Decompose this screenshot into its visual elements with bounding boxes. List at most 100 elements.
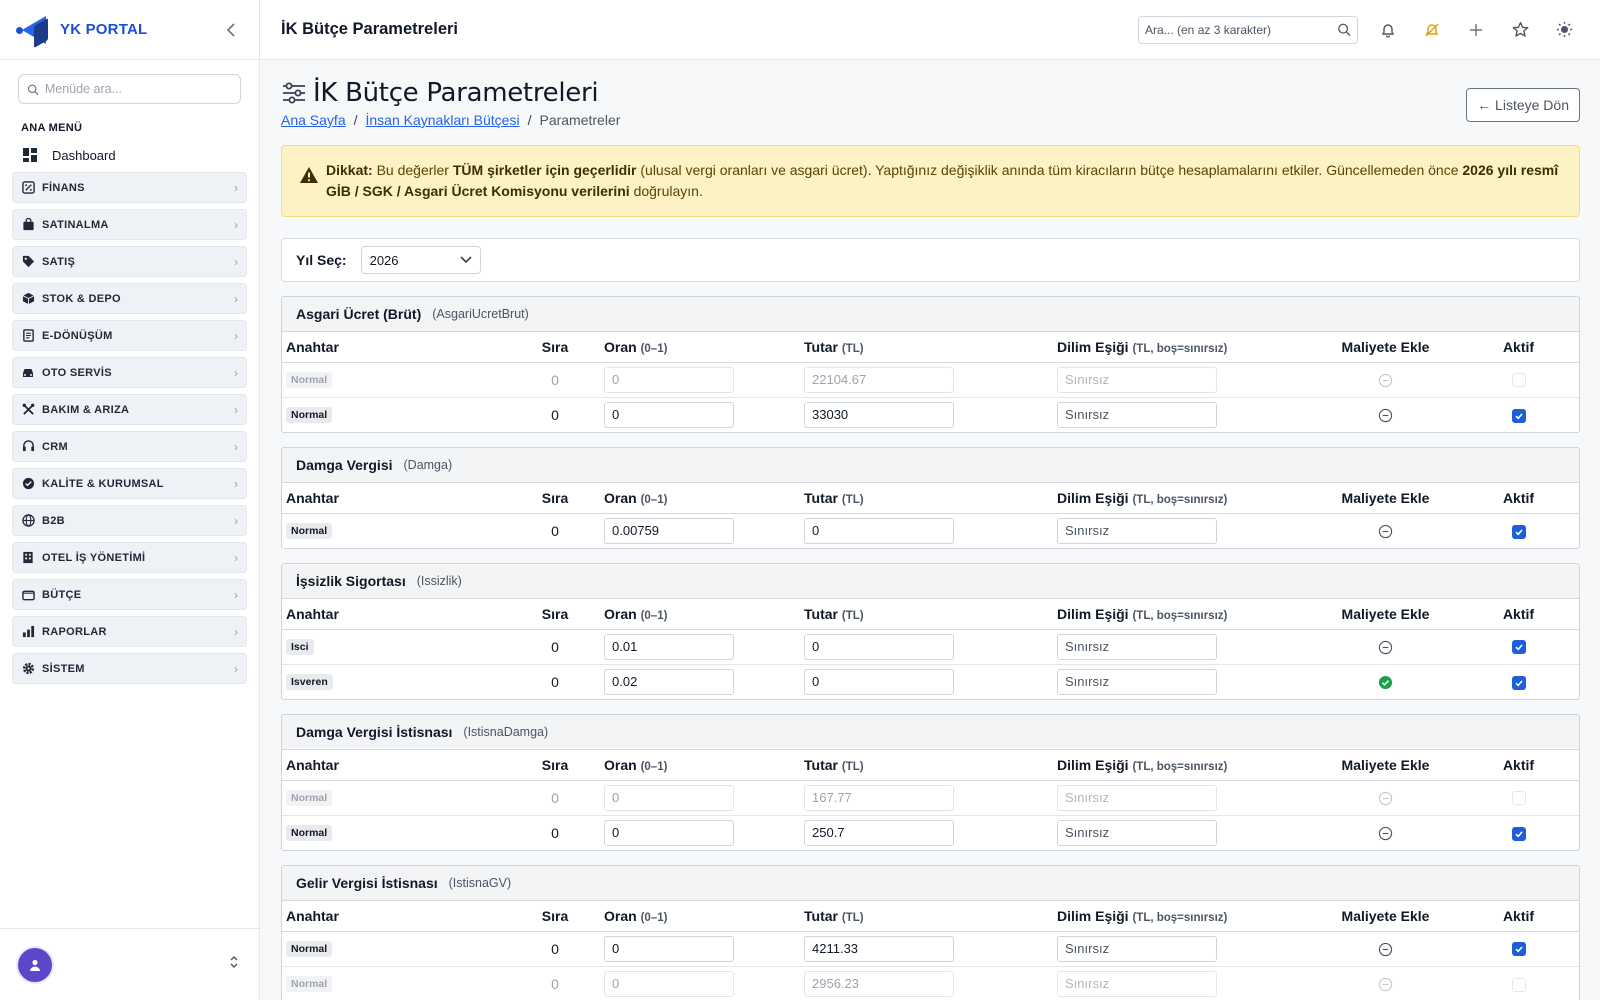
amount-input[interactable] [804, 517, 954, 544]
section-header: Damga Vergisi İstisnası (IstisnaDamga) [282, 715, 1579, 750]
sidebar: YK PORTAL ANA MENÜ Dashboard FİNANS › SA… [0, 0, 260, 1000]
amount-input[interactable] [804, 970, 954, 997]
breadcrumb: Ana Sayfa / İnsan Kaynakları Bütçesi / P… [281, 112, 620, 128]
rate-input[interactable] [604, 970, 734, 997]
sun-icon[interactable] [1550, 16, 1578, 44]
minus-circle-icon[interactable] [1378, 942, 1393, 957]
minus-circle-icon[interactable] [1378, 826, 1393, 841]
star-icon[interactable] [1506, 16, 1534, 44]
rate-input[interactable] [604, 401, 734, 428]
bell-icon[interactable] [1374, 16, 1402, 44]
check-circle-icon[interactable] [1378, 675, 1393, 690]
amount-input[interactable] [804, 819, 954, 846]
rate-input[interactable] [604, 517, 734, 544]
sidebar-item-e-donusum[interactable]: E-DÖNÜŞÜM › [12, 320, 247, 351]
col-bracket: Dilim Eşiği (TL, boş=sınırsız) [1053, 483, 1313, 514]
active-checkbox[interactable] [1511, 408, 1526, 423]
bracket-input[interactable] [1057, 784, 1217, 811]
bracket-input[interactable] [1057, 819, 1217, 846]
amount-input[interactable] [804, 401, 954, 428]
sidebar-item-label: SİSTEM [42, 662, 85, 675]
chevron-right-icon: › [234, 180, 238, 195]
bracket-input[interactable] [1057, 366, 1217, 393]
rate-input[interactable] [604, 935, 734, 962]
bracket-input[interactable] [1057, 935, 1217, 962]
sidebar-item-bakim-ariza[interactable]: BAKIM & ARIZA › [12, 394, 247, 425]
rate-input[interactable] [604, 784, 734, 811]
col-order: Sıra [522, 599, 588, 630]
amount-input[interactable] [804, 633, 954, 660]
bracket-input[interactable] [1057, 633, 1217, 660]
col-cost: Maliyete Ekle [1313, 901, 1458, 932]
rate-input[interactable] [604, 819, 734, 846]
back-to-list-button[interactable]: ← Listeye Dön [1466, 88, 1580, 122]
bracket-input[interactable] [1057, 668, 1217, 695]
col-active: Aktif [1458, 901, 1579, 932]
sidebar-item-dashboard[interactable]: Dashboard [0, 140, 259, 170]
sidebar-item-label: OTEL İŞ YÖNETİMİ [42, 551, 146, 564]
sidebar-item-finans[interactable]: FİNANS › [12, 172, 247, 203]
sidebar-item-oto-servis[interactable]: OTO SERVİS › [12, 357, 247, 388]
active-checkbox[interactable] [1511, 826, 1526, 841]
amount-input[interactable] [804, 668, 954, 695]
sidebar-item-satis[interactable]: SATIŞ › [12, 246, 247, 277]
sidebar-item-satinalma[interactable]: SATINALMA › [12, 209, 247, 240]
sidebar-item-crm[interactable]: CRM › [12, 431, 247, 462]
minus-circle-icon[interactable] [1378, 408, 1393, 423]
year-select[interactable]: 2026 [360, 246, 481, 274]
plus-icon[interactable] [1462, 16, 1490, 44]
expand-icon[interactable] [229, 955, 239, 974]
rate-input[interactable] [604, 668, 734, 695]
key-badge: Normal [286, 407, 333, 424]
sidebar-item-sistem[interactable]: SİSTEM › [12, 653, 247, 684]
sidebar-item-butce[interactable]: BÜTÇE › [12, 579, 247, 610]
minus-circle-icon[interactable] [1378, 977, 1393, 992]
bag-icon [21, 218, 35, 232]
sidebar-item-label: KALİTE & KURUMSAL [42, 477, 164, 490]
bell-off-icon[interactable] [1418, 16, 1446, 44]
active-checkbox[interactable] [1511, 640, 1526, 655]
minus-circle-icon[interactable] [1378, 640, 1393, 655]
breadcrumb-parent[interactable]: İnsan Kaynakları Bütçesi [366, 112, 520, 128]
active-checkbox[interactable] [1511, 791, 1526, 806]
sidebar-item-b2b[interactable]: B2B › [12, 505, 247, 536]
order-value: 0 [551, 975, 559, 992]
sidebar-item-raporlar[interactable]: RAPORLAR › [12, 616, 247, 647]
order-value: 0 [551, 522, 559, 539]
minus-circle-icon[interactable] [1378, 524, 1393, 539]
amount-input[interactable] [804, 366, 954, 393]
warning-icon [300, 167, 318, 183]
search-icon[interactable] [1337, 22, 1351, 37]
amount-input[interactable] [804, 784, 954, 811]
bracket-input[interactable] [1057, 970, 1217, 997]
active-checkbox[interactable] [1511, 373, 1526, 388]
headset-icon [21, 440, 35, 454]
col-order: Sıra [522, 750, 588, 781]
sidebar-item-stok-depo[interactable]: STOK & DEPO › [12, 283, 247, 314]
amount-input[interactable] [804, 935, 954, 962]
avatar[interactable] [18, 947, 52, 982]
sidebar-collapse-button[interactable] [219, 18, 243, 42]
minus-circle-icon[interactable] [1378, 373, 1393, 388]
menu-search-input[interactable] [44, 82, 232, 96]
bracket-input[interactable] [1057, 517, 1217, 544]
global-search-input[interactable] [1145, 22, 1338, 37]
rate-input[interactable] [604, 366, 734, 393]
section-title: Asgari Ücret (Brüt) [296, 306, 422, 322]
sidebar-menu: FİNANS › SATINALMA › SATIŞ › STOK & DEPO… [0, 170, 259, 692]
breadcrumb-home[interactable]: Ana Sayfa [281, 112, 346, 128]
bracket-input[interactable] [1057, 401, 1217, 428]
active-checkbox[interactable] [1511, 524, 1526, 539]
chevron-right-icon: › [234, 291, 238, 306]
active-checkbox[interactable] [1511, 942, 1526, 957]
active-checkbox[interactable] [1511, 977, 1526, 992]
tag-icon [21, 255, 35, 269]
sidebar-item-kalite-kurumsal[interactable]: KALİTE & KURUMSAL › [12, 468, 247, 499]
rate-input[interactable] [604, 633, 734, 660]
minus-circle-icon[interactable] [1378, 791, 1393, 806]
chevron-right-icon: › [234, 550, 238, 565]
percent-icon [21, 181, 35, 195]
active-checkbox[interactable] [1511, 675, 1526, 690]
sidebar-item-otel-is-yonetimi[interactable]: OTEL İŞ YÖNETİMİ › [12, 542, 247, 573]
brand-name: YK PORTAL [60, 21, 148, 38]
